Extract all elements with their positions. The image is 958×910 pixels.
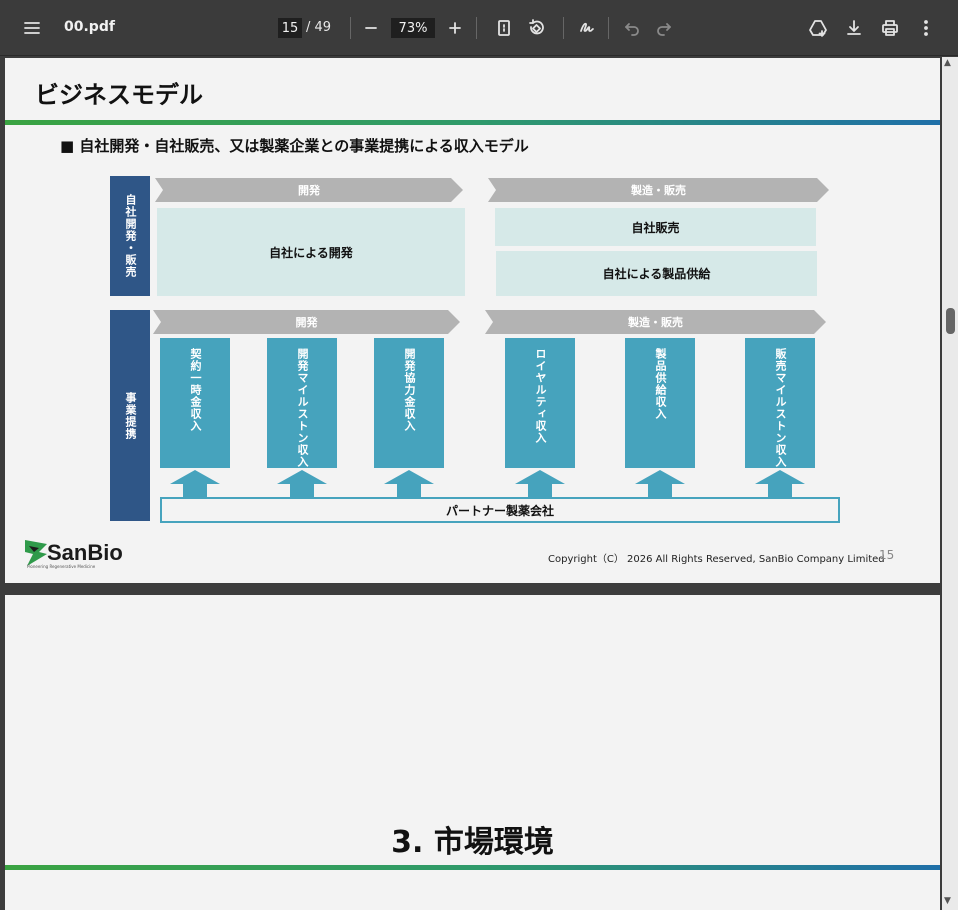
- redo-icon[interactable]: [650, 14, 678, 42]
- revenue-product-supply: 製品供給収入: [625, 338, 695, 468]
- revenue-dev-milestone: 開発マイルストン収入: [267, 338, 337, 468]
- up-arrow-icon: [755, 470, 805, 498]
- scroll-up-arrow-icon[interactable]: ▲: [944, 58, 951, 68]
- rotate-icon[interactable]: [522, 14, 550, 42]
- title-divider-bar: [5, 120, 940, 125]
- revenue-dev-cooperation: 開発協力金収入: [374, 338, 444, 468]
- logo-wordmark: SanBio: [47, 540, 123, 565]
- slide-title: ビジネスモデル: [35, 81, 203, 109]
- zoom-out-button[interactable]: [357, 14, 385, 42]
- revenue-royalty: ロイヤルティ収入: [505, 338, 575, 468]
- print-icon[interactable]: [876, 14, 904, 42]
- menu-icon[interactable]: [18, 14, 46, 42]
- box-in-house-development: 自社による開発: [157, 208, 465, 296]
- revenue-sales-milestone: 販売マイルストン収入: [745, 338, 815, 468]
- up-arrow-icon: [170, 470, 220, 498]
- slide-page-number: 15: [879, 548, 895, 562]
- toolbar-divider: [608, 17, 609, 39]
- draw-annotation-icon[interactable]: [573, 14, 601, 42]
- sanbio-logo: SanBio Pioneering Regenerative Medicine: [25, 538, 125, 572]
- scrollbar-thumb[interactable]: [946, 308, 955, 334]
- chevron-manufacturing-sales: 製造・販売: [488, 178, 829, 202]
- logo-tagline: Pioneering Regenerative Medicine: [27, 564, 96, 569]
- toolbar-divider: [563, 17, 564, 39]
- chevron-development: 開発: [155, 178, 463, 202]
- undo-icon[interactable]: [618, 14, 646, 42]
- fit-page-icon[interactable]: [490, 14, 518, 42]
- toolbar-divider: [476, 17, 477, 39]
- box-in-house-sales: 自社販売: [495, 208, 816, 246]
- row-label-in-house: 自社開発・販売: [110, 176, 150, 296]
- toolbar-divider: [350, 17, 351, 39]
- scroll-down-arrow-icon[interactable]: ▼: [944, 896, 951, 906]
- up-arrow-icon: [515, 470, 565, 498]
- chevron-manufacturing-sales: 製造・販売: [485, 310, 826, 334]
- partner-pharma-bar: パートナー製薬会社: [160, 497, 840, 523]
- pdf-page-15: ビジネスモデル ■ 自社開発・自社販売、又は製薬企業との事業提携による収入モデル…: [5, 58, 940, 583]
- slide-subtitle: ■ 自社開発・自社販売、又は製薬企業との事業提携による収入モデル: [60, 137, 529, 155]
- title-divider-bar: [5, 865, 940, 870]
- up-arrow-icon: [635, 470, 685, 498]
- copyright-text: Copyright（C） 2026 All Rights Reserved, S…: [548, 554, 885, 565]
- revenue-upfront: 契約一時金収入: [160, 338, 230, 468]
- section-title: 3. 市場環境: [391, 825, 554, 860]
- up-arrow-icon: [277, 470, 327, 498]
- pdf-toolbar: 00.pdf 15 / 49 73%: [0, 0, 958, 56]
- add-to-drive-icon[interactable]: [804, 14, 832, 42]
- pdf-page-16: 3. 市場環境: [5, 595, 940, 910]
- zoom-in-button[interactable]: [441, 14, 469, 42]
- row-label-partnership: 事業提携: [110, 310, 150, 521]
- more-options-icon[interactable]: [912, 14, 940, 42]
- up-arrow-icon: [384, 470, 434, 498]
- zoom-level-input[interactable]: 73%: [391, 18, 435, 38]
- vertical-scrollbar[interactable]: [942, 57, 958, 910]
- box-in-house-supply: 自社による製品供給: [496, 251, 817, 296]
- page-number-input[interactable]: 15: [278, 18, 302, 38]
- download-icon[interactable]: [840, 14, 868, 42]
- file-name: 00.pdf: [64, 19, 115, 35]
- chevron-development: 開発: [153, 310, 460, 334]
- page-total: / 49: [306, 20, 332, 35]
- sanbio-logo-mark-icon: [25, 540, 47, 566]
